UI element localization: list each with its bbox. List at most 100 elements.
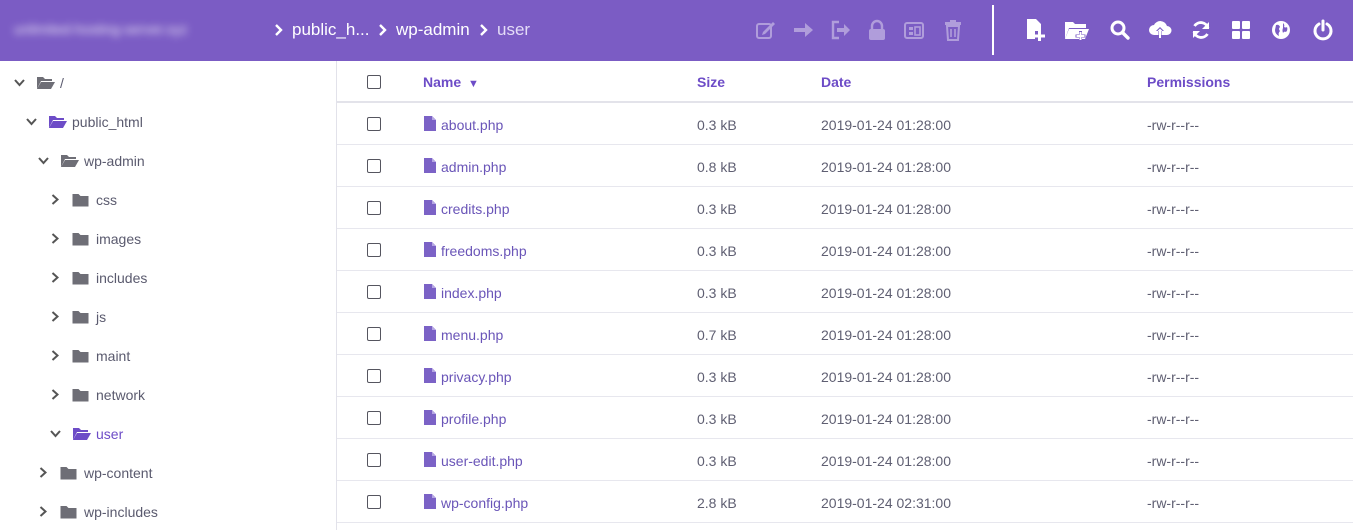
chevron-right-icon[interactable] <box>48 388 62 402</box>
column-header-size[interactable]: Size <box>697 74 725 90</box>
row-checkbox[interactable] <box>367 369 381 383</box>
move-button[interactable] <box>787 14 819 46</box>
logout-button[interactable] <box>1307 14 1339 46</box>
table-row[interactable]: menu.php 0.7 kB 2019-01-24 01:28:00 -rw-r--… <box>337 313 1353 355</box>
column-header-date[interactable]: Date <box>821 74 851 90</box>
tree-item[interactable]: network <box>0 375 336 414</box>
row-checkbox[interactable] <box>367 201 381 215</box>
file-permissions: -rw-r--r-- <box>1147 243 1200 259</box>
tree-item[interactable]: css <box>0 180 336 219</box>
file-name-link[interactable]: wp-config.php <box>441 495 528 511</box>
file-name-link[interactable]: freedoms.php <box>441 243 527 259</box>
tree-item-label: images <box>96 230 142 247</box>
row-checkbox[interactable] <box>367 243 381 257</box>
chevron-down-icon[interactable] <box>48 427 62 441</box>
file-size: 0.8 kB <box>697 159 737 175</box>
edit-button[interactable] <box>750 14 782 46</box>
archive-button[interactable] <box>898 14 930 46</box>
chevron-right-icon <box>271 19 285 41</box>
file-name-link[interactable]: profile.php <box>441 411 506 427</box>
file-name-link[interactable]: index.php <box>441 285 502 301</box>
tree-item[interactable]: user <box>0 414 336 453</box>
select-all-checkbox[interactable] <box>367 75 381 89</box>
column-header-name[interactable]: Name ▼ <box>423 74 479 90</box>
chevron-right-icon[interactable] <box>36 505 50 519</box>
chevron-down-icon[interactable] <box>36 154 50 168</box>
file-name-link[interactable]: privacy.php <box>441 369 512 385</box>
chevron-right-icon[interactable] <box>48 271 62 285</box>
row-checkbox[interactable] <box>367 453 381 467</box>
tree-item[interactable]: wp-admin <box>0 141 336 180</box>
tree-item[interactable]: js <box>0 297 336 336</box>
table-row[interactable]: index.php 0.3 kB 2019-01-24 01:28:00 -rw-r-… <box>337 271 1353 313</box>
file-permissions: -rw-r--r-- <box>1147 117 1200 133</box>
table-row[interactable]: profile.php 0.3 kB 2019-01-24 01:28:00 -rw-… <box>337 397 1353 439</box>
delete-button[interactable] <box>937 14 969 46</box>
tree-item-label: / <box>60 74 64 91</box>
file-name-link[interactable]: admin.php <box>441 159 506 175</box>
file-size: 0.3 kB <box>697 243 737 259</box>
chevron-right-icon[interactable] <box>48 310 62 324</box>
file-name-link[interactable]: credits.php <box>441 201 509 217</box>
chevron-right-icon[interactable] <box>48 349 62 363</box>
search-button[interactable] <box>1104 14 1136 46</box>
row-checkbox[interactable] <box>367 411 381 425</box>
file-name-link[interactable]: about.php <box>441 117 503 133</box>
toolbar-divider <box>992 5 994 55</box>
chevron-down-icon[interactable] <box>12 76 26 90</box>
new-folder-button[interactable] <box>1061 14 1093 46</box>
new-folder-icon <box>1065 22 1089 41</box>
table-row[interactable]: freedoms.php 0.3 kB 2019-01-24 01:28:00 -rw… <box>337 229 1353 271</box>
folder-tree: / public_html wp-admin css images includes js m… <box>0 61 337 530</box>
row-checkbox[interactable] <box>367 117 381 131</box>
table-row[interactable]: wp-config.php 2.8 kB 2019-01-24 02:31:00 -r… <box>337 481 1353 523</box>
folder-icon <box>72 192 92 208</box>
tree-item[interactable]: includes <box>0 258 336 297</box>
tree-item[interactable]: images <box>0 219 336 258</box>
row-checkbox[interactable] <box>367 327 381 341</box>
edit-icon <box>756 22 775 39</box>
tree-item[interactable]: maint <box>0 336 336 375</box>
server-hostname: unlimited-hosting-server.xyz <box>14 21 188 37</box>
chevron-right-icon[interactable] <box>48 193 62 207</box>
folder-open-icon <box>72 426 92 442</box>
tree-item-label: wp-content <box>84 464 153 481</box>
lock-icon <box>869 19 885 40</box>
chevron-right-icon[interactable] <box>48 232 62 246</box>
new-file-button[interactable] <box>1020 14 1052 46</box>
copy-button[interactable] <box>824 14 856 46</box>
table-row[interactable]: about.php 0.3 kB 2019-01-24 01:28:00 -rw-r-… <box>337 103 1353 145</box>
table-row[interactable]: privacy.php 0.3 kB 2019-01-24 01:28:00 -rw-… <box>337 355 1353 397</box>
table-header: Name ▼ Size Date Permissions <box>337 61 1353 103</box>
tree-item[interactable]: / <box>0 63 336 102</box>
tree-item[interactable]: wp-content <box>0 453 336 492</box>
table-row[interactable]: user-edit.php 0.3 kB 2019-01-24 01:28:00 -r… <box>337 439 1353 481</box>
file-name-link[interactable]: user-edit.php <box>441 453 523 469</box>
table-row[interactable]: credits.php 0.3 kB 2019-01-24 01:28:00 -rw-… <box>337 187 1353 229</box>
language-button[interactable] <box>1265 14 1297 46</box>
refresh-button[interactable] <box>1185 14 1217 46</box>
upload-button[interactable] <box>1144 14 1176 46</box>
row-checkbox[interactable] <box>367 285 381 299</box>
chevron-down-icon[interactable] <box>24 115 38 129</box>
file-name-link[interactable]: menu.php <box>441 327 503 343</box>
file-date: 2019-01-24 02:31:00 <box>821 495 951 511</box>
breadcrumb-public-html[interactable]: public_h... <box>292 19 370 41</box>
tree-item-label: wp-admin <box>84 152 145 169</box>
tree-item[interactable]: wp-includes <box>0 492 336 530</box>
folder-icon <box>72 387 92 403</box>
row-checkbox[interactable] <box>367 495 381 509</box>
permissions-button[interactable] <box>861 14 893 46</box>
chevron-right-icon[interactable] <box>36 466 50 480</box>
file-permissions: -rw-r--r-- <box>1147 369 1200 385</box>
tree-item[interactable]: public_html <box>0 102 336 141</box>
column-header-permissions[interactable]: Permissions <box>1147 74 1230 90</box>
file-icon <box>424 116 436 131</box>
breadcrumb-wp-admin[interactable]: wp-admin <box>396 19 470 41</box>
table-row[interactable]: admin.php 0.8 kB 2019-01-24 01:28:00 -rw-r-… <box>337 145 1353 187</box>
power-icon <box>1313 19 1333 41</box>
grid-view-button[interactable] <box>1225 14 1257 46</box>
folder-icon <box>60 465 80 481</box>
row-checkbox[interactable] <box>367 159 381 173</box>
file-table: Name ▼ Size Date Permissions about.php 0.… <box>337 61 1353 530</box>
